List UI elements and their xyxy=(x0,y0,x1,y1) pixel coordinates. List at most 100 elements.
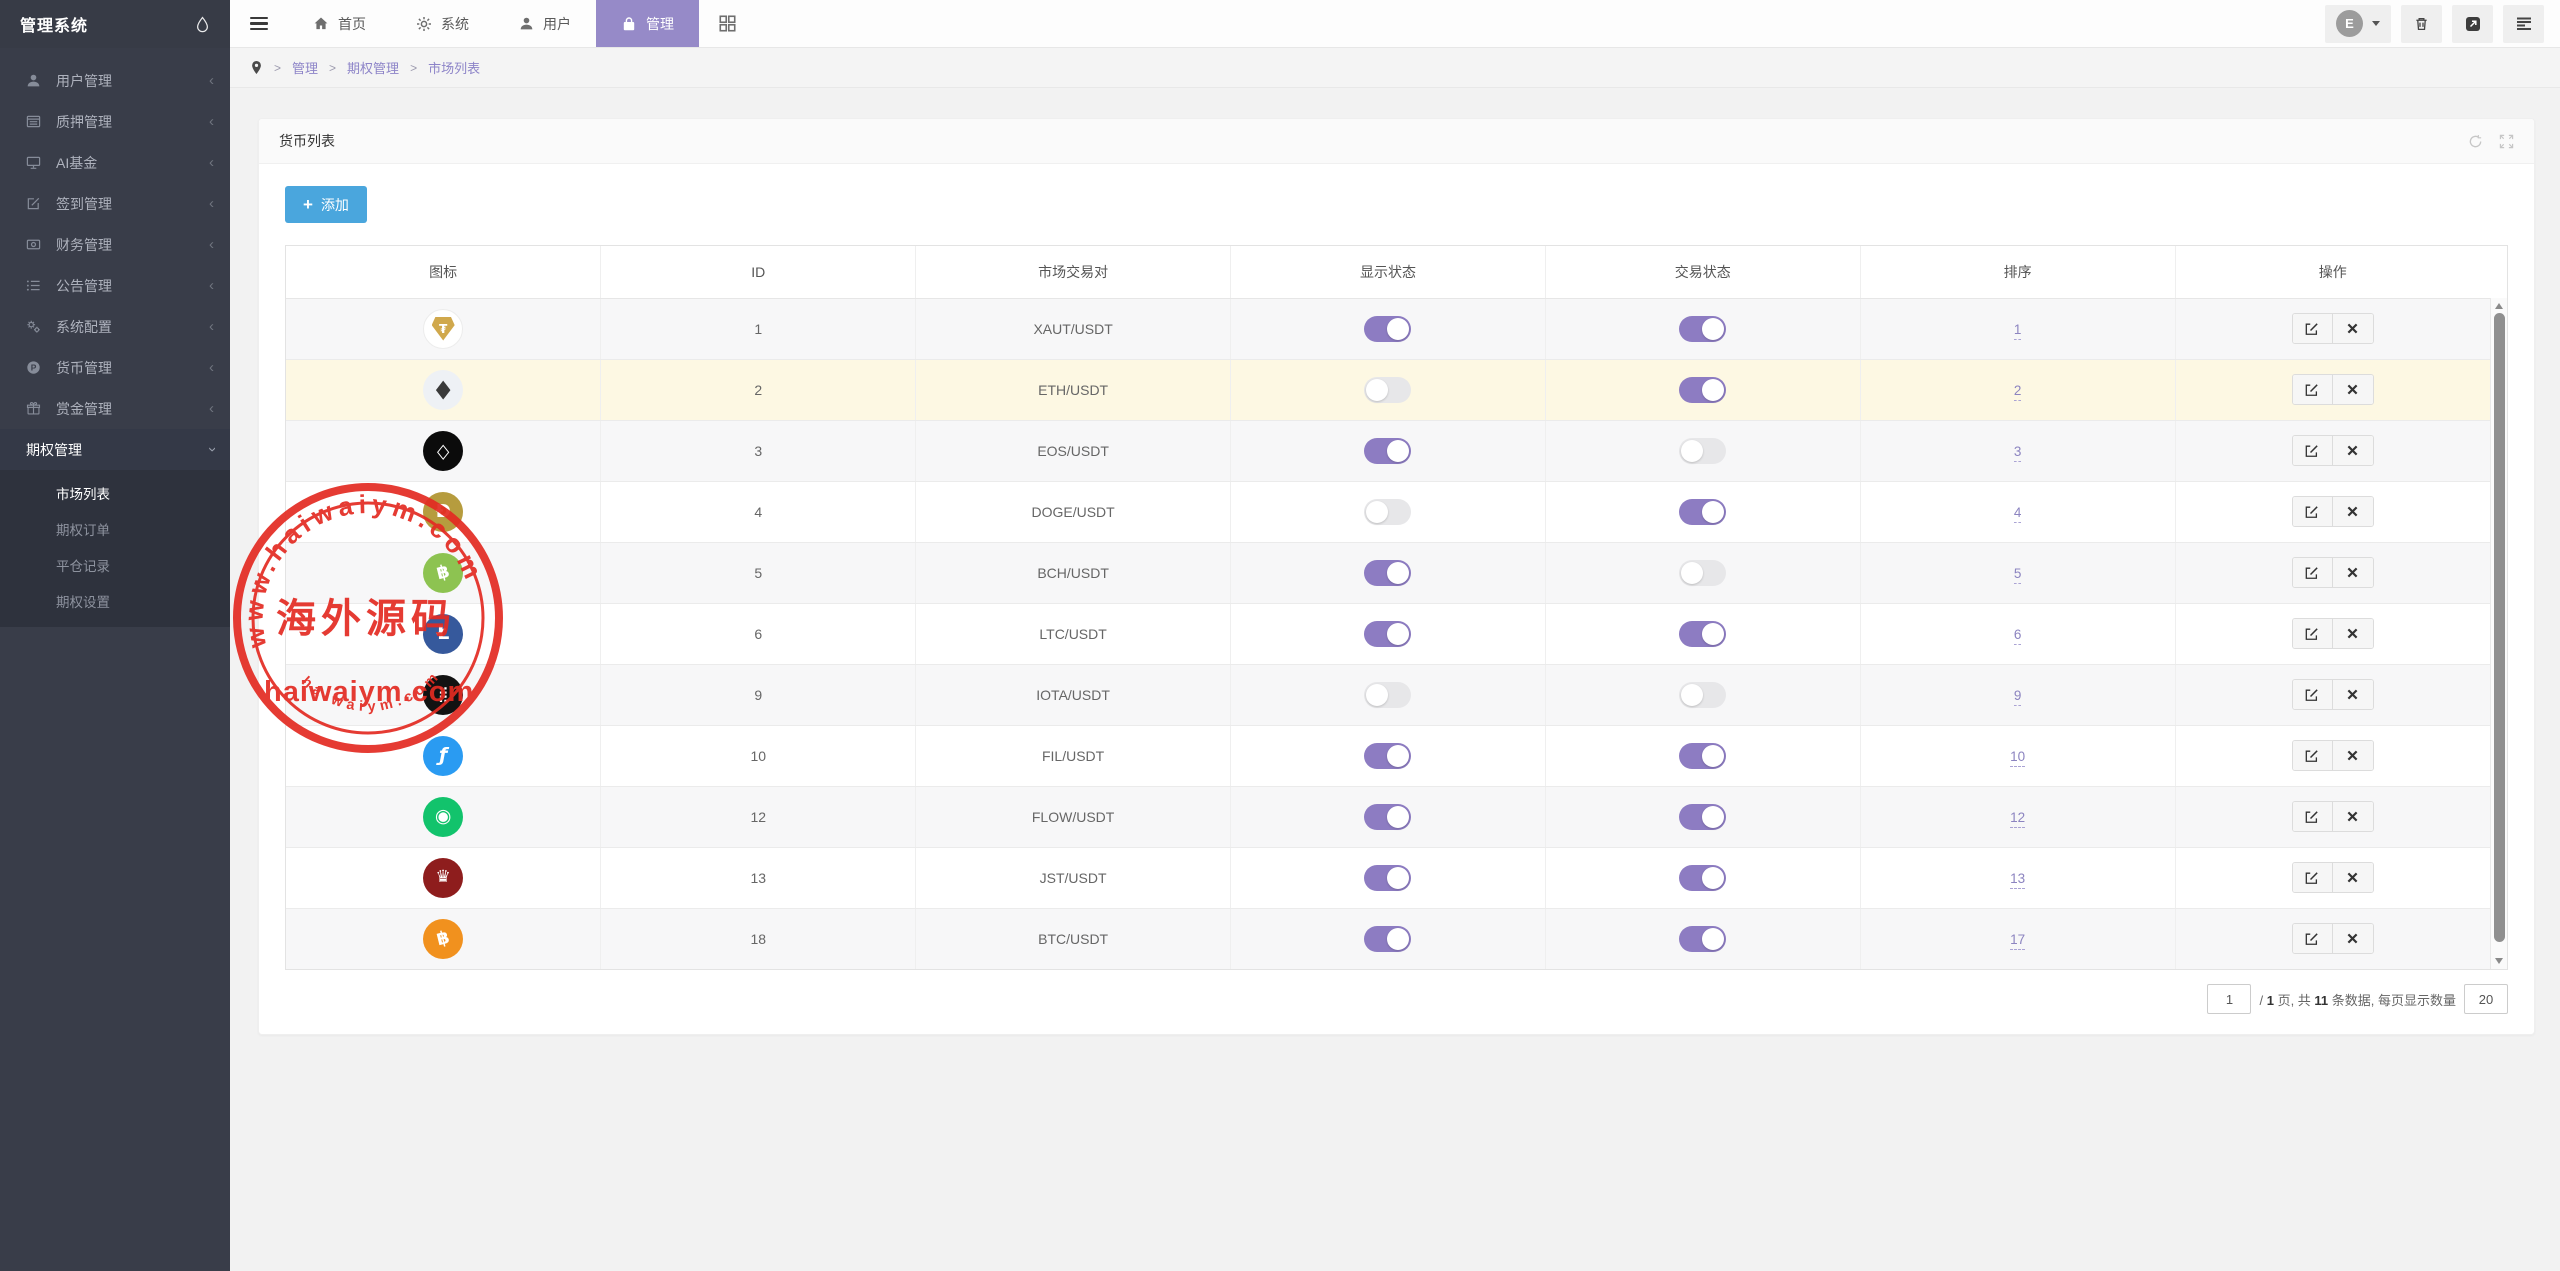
operation-buttons xyxy=(2292,679,2374,710)
edit-button[interactable] xyxy=(2293,924,2333,953)
sidebar-item[interactable]: 签到管理 ‹ xyxy=(0,183,230,224)
sidebar-item[interactable]: 用户管理 ‹ xyxy=(0,60,230,101)
display-status-toggle[interactable] xyxy=(1364,743,1411,769)
display-status-toggle[interactable] xyxy=(1364,804,1411,830)
sort-link[interactable]: 1 xyxy=(2014,322,2022,340)
page-input[interactable] xyxy=(2207,984,2251,1014)
trade-status-toggle[interactable] xyxy=(1679,926,1726,952)
sidebar-item[interactable]: 公告管理 ‹ xyxy=(0,265,230,306)
delete-button[interactable] xyxy=(2333,619,2373,648)
table-row: ₮ 1 XAUT/USDT 1 xyxy=(286,298,2490,359)
page-size-input[interactable] xyxy=(2464,984,2508,1014)
delete-button[interactable] xyxy=(2333,314,2373,343)
display-status-toggle[interactable] xyxy=(1364,316,1411,342)
display-status-toggle[interactable] xyxy=(1364,926,1411,952)
sidebar-subitem[interactable]: 市场列表 xyxy=(0,475,230,511)
list-button[interactable] xyxy=(2503,5,2544,43)
nav-tab[interactable]: 用户 xyxy=(494,0,596,47)
nav-tab[interactable]: 系统 xyxy=(391,0,494,47)
edit-button[interactable] xyxy=(2293,619,2333,648)
delete-button[interactable] xyxy=(2333,497,2373,526)
sort-link[interactable]: 4 xyxy=(2014,505,2022,523)
edit-button[interactable] xyxy=(2293,680,2333,709)
cell-id: 3 xyxy=(601,420,916,481)
display-status-toggle[interactable] xyxy=(1364,499,1411,525)
sidebar-subitem[interactable]: 期权设置 xyxy=(0,583,230,619)
edit-button[interactable] xyxy=(2293,863,2333,892)
refresh-icon[interactable] xyxy=(2468,134,2483,149)
trade-status-toggle[interactable] xyxy=(1679,316,1726,342)
sidebar-item[interactable]: 质押管理 ‹ xyxy=(0,101,230,142)
operation-buttons xyxy=(2292,435,2374,466)
sort-link[interactable]: 6 xyxy=(2014,627,2022,645)
sidebar-subitem[interactable]: 平仓记录 xyxy=(0,547,230,583)
user-menu-button[interactable]: E xyxy=(2325,5,2391,43)
sidebar-subitem[interactable]: 期权订单 xyxy=(0,511,230,547)
nav-tab[interactable]: 首页 xyxy=(288,0,391,47)
table-scrollbar[interactable] xyxy=(2490,298,2507,969)
trade-status-toggle[interactable] xyxy=(1679,804,1726,830)
trade-status-toggle[interactable] xyxy=(1679,865,1726,891)
sort-link[interactable]: 17 xyxy=(2010,932,2025,950)
sidebar-item[interactable]: 期权管理 ‹ xyxy=(0,429,230,470)
add-button[interactable]: + 添加 xyxy=(285,186,367,223)
trade-status-toggle[interactable] xyxy=(1679,560,1726,586)
edit-button[interactable] xyxy=(2293,497,2333,526)
delete-button[interactable] xyxy=(2333,436,2373,465)
trade-status-toggle[interactable] xyxy=(1679,621,1726,647)
delete-button[interactable] xyxy=(2333,863,2373,892)
scroll-up-icon[interactable] xyxy=(2491,300,2507,312)
display-status-toggle[interactable] xyxy=(1364,682,1411,708)
sidebar-item[interactable]: 财务管理 ‹ xyxy=(0,224,230,265)
display-status-toggle[interactable] xyxy=(1364,621,1411,647)
breadcrumb-link[interactable]: 管理 xyxy=(292,58,318,77)
edit-button[interactable] xyxy=(2293,314,2333,343)
delete-button[interactable] xyxy=(2333,741,2373,770)
sidebar-item[interactable]: 系统配置 ‹ xyxy=(0,306,230,347)
sidebar-item[interactable]: 赏金管理 ‹ xyxy=(0,388,230,429)
display-status-toggle[interactable] xyxy=(1364,377,1411,403)
trade-status-toggle[interactable] xyxy=(1679,499,1726,525)
delete-button[interactable] xyxy=(2333,802,2373,831)
edit-button[interactable] xyxy=(2293,375,2333,404)
delete-button[interactable] xyxy=(2333,558,2373,587)
external-link-button[interactable] xyxy=(2452,5,2493,43)
sort-link[interactable]: 3 xyxy=(2014,444,2022,462)
display-status-toggle[interactable] xyxy=(1364,865,1411,891)
sort-link[interactable]: 12 xyxy=(2010,810,2025,828)
edit-button[interactable] xyxy=(2293,741,2333,770)
trade-status-toggle[interactable] xyxy=(1679,743,1726,769)
sort-link[interactable]: 5 xyxy=(2014,566,2022,584)
edit-button[interactable] xyxy=(2293,558,2333,587)
cell-display-status xyxy=(1231,664,1546,725)
external-link-icon xyxy=(2465,16,2481,32)
scrollbar-thumb[interactable] xyxy=(2494,313,2505,942)
doge-coin-icon: Ð xyxy=(423,492,463,532)
trade-status-toggle[interactable] xyxy=(1679,438,1726,464)
edit-button[interactable] xyxy=(2293,436,2333,465)
display-status-toggle[interactable] xyxy=(1364,560,1411,586)
trade-status-toggle[interactable] xyxy=(1679,682,1726,708)
breadcrumb-link[interactable]: 期权管理 xyxy=(347,58,399,77)
delete-button[interactable] xyxy=(2333,680,2373,709)
cell-pair: FLOW/USDT xyxy=(916,786,1231,847)
delete-button[interactable] xyxy=(2333,924,2373,953)
edit-button[interactable] xyxy=(2293,802,2333,831)
grid-icon[interactable] xyxy=(699,0,756,47)
sort-link[interactable]: 9 xyxy=(2014,688,2022,706)
expand-icon[interactable] xyxy=(2499,134,2514,149)
display-status-toggle[interactable] xyxy=(1364,438,1411,464)
sidebar-item[interactable]: AI基金 ‹ xyxy=(0,142,230,183)
trash-button[interactable] xyxy=(2401,5,2442,43)
sidebar-item[interactable]: P 货币管理 ‹ xyxy=(0,347,230,388)
breadcrumb-link[interactable]: 市场列表 xyxy=(428,58,480,77)
nav-tab[interactable]: 管理 xyxy=(596,0,699,47)
delete-button[interactable] xyxy=(2333,375,2373,404)
sort-link[interactable]: 10 xyxy=(2010,749,2025,767)
sort-link[interactable]: 13 xyxy=(2010,871,2025,889)
coin-glyph: Ł xyxy=(437,624,449,643)
sort-link[interactable]: 2 xyxy=(2014,383,2022,401)
trade-status-toggle[interactable] xyxy=(1679,377,1726,403)
scroll-down-icon[interactable] xyxy=(2491,955,2507,967)
hamburger-icon[interactable] xyxy=(230,0,288,47)
